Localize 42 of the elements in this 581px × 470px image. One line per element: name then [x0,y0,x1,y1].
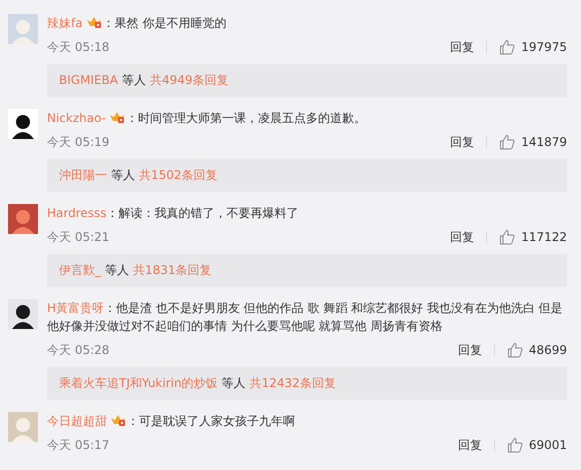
username-link[interactable]: 辣妹fa [47,16,83,30]
comment-text: H黃富贵呀：他是渣 也不是好男朋友 但他的作品 歌 舞蹈 和综艺都很好 我也没有在为他洗白 但是他好像并没做过对不起咱们的事情 为什么要骂他呢 就算骂他 周扬青有资格 [47,300,564,335]
comment-time: 今天 05:17 [47,437,110,454]
reply-users-suffix: 等人 [222,376,246,390]
comment-text: 辣妹fa ：果然 你是不用睡觉的 [47,14,228,32]
thumbs-up-icon[interactable] [499,39,516,55]
reply-users-link[interactable]: 乘着火车追TJ和Yukirin的炒饭 [59,376,218,390]
reply-link[interactable]: 回复 [450,133,474,151]
reply-link[interactable]: 回复 [458,341,482,359]
thumbs-up-icon[interactable] [506,342,523,358]
reply-link[interactable]: 回复 [450,38,474,56]
reply-users-suffix: 等人 [105,263,129,277]
username-link[interactable]: H黃富贵呀 [47,301,104,315]
like-count: 69001 [528,437,567,454]
reply-users-suffix: 等人 [122,73,146,87]
reply-count-link[interactable]: 共1831条回复 [133,263,212,277]
reply-count-link[interactable]: 共12432条回复 [250,376,336,390]
reply-link[interactable]: 回复 [458,436,482,454]
reply-count-link[interactable]: 共1502条回复 [139,168,218,182]
comment-time: 今天 05:21 [47,229,110,246]
like-count: 117122 [521,229,567,246]
reply-link[interactable]: 回复 [450,228,474,246]
reply-users-link[interactable]: 沖田陽一 [59,168,107,182]
like-count: 141879 [521,134,567,151]
username-link[interactable]: Hardresss [47,206,107,220]
thumbs-up-icon[interactable] [499,229,516,245]
comment-time: 今天 05:19 [47,134,110,151]
comment-text: 今日超超甜 ：可是耽误了人家女孩子九年啊 [47,412,296,430]
comment-text: Nickzhao- ：时间管理大师第一课，凌晨五点多的道歉。 [47,109,368,127]
reply-users-link[interactable]: 伊言歎_ [59,263,101,277]
reply-users-link[interactable]: BIGMIEBA [59,73,118,87]
thumbs-up-icon[interactable] [499,134,516,150]
username-link[interactable]: Nickzhao- [47,111,106,125]
username-link[interactable]: 今日超超甜 [47,414,107,428]
like-count: 48699 [528,342,567,359]
comment-time: 今天 05:18 [47,39,110,56]
comment-text: Hardresss：解读：我真的错了，不要再爆料了 [47,205,300,222]
like-count: 197975 [521,39,567,56]
comment-time: 今天 05:28 [47,342,110,359]
thumbs-up-icon[interactable] [506,437,523,453]
reply-users-suffix: 等人 [111,168,135,182]
reply-count-link[interactable]: 共4949条回复 [150,73,229,87]
